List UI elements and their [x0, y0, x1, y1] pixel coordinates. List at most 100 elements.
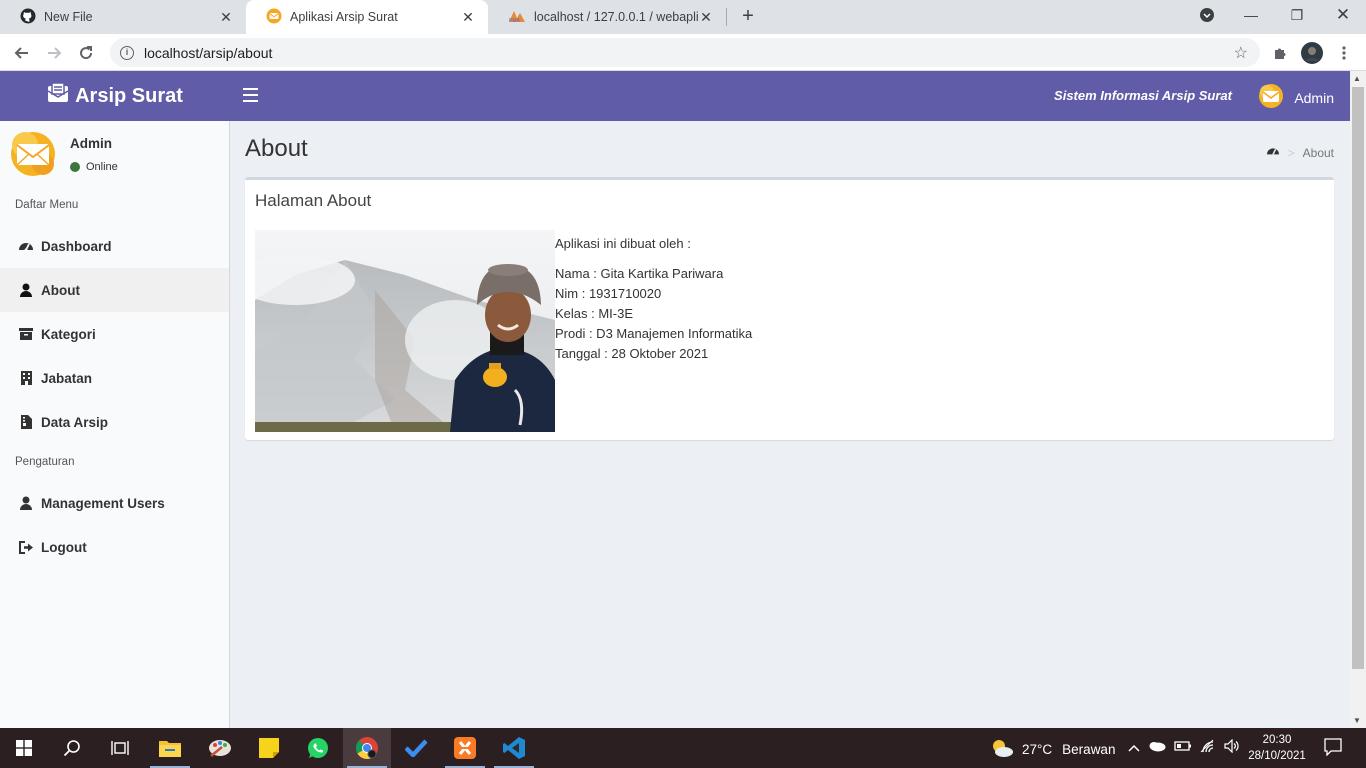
box-title: Halaman About — [255, 191, 372, 210]
page-scrollbar[interactable]: ▲ ▼ — [1350, 71, 1366, 728]
close-tab-icon[interactable]: ✕ — [460, 9, 476, 25]
sidebar-toggle-button[interactable] — [243, 88, 258, 102]
github-icon — [20, 8, 36, 27]
chrome-button[interactable] — [343, 728, 391, 768]
sidebar-item-about[interactable]: About — [0, 268, 229, 312]
checkmark-icon — [405, 739, 427, 757]
url-text: localhost/arsip/about — [144, 44, 273, 61]
tab-title: Aplikasi Arsip Surat — [290, 10, 398, 24]
building-icon — [18, 370, 34, 386]
battery-icon[interactable] — [1174, 740, 1192, 755]
todo-app-button[interactable] — [392, 728, 440, 768]
tab-aplikasi-arsip-surat[interactable]: Aplikasi Arsip Surat ✕ — [246, 0, 488, 34]
sidebar-item-data-arsip[interactable]: Data Arsip — [0, 400, 229, 444]
forward-button[interactable] — [41, 40, 67, 66]
onedrive-icon[interactable] — [1148, 740, 1166, 755]
paint-app-button[interactable] — [196, 728, 244, 768]
file-icon — [18, 414, 34, 430]
close-window-button[interactable]: ✕ — [1320, 0, 1366, 30]
vscode-button[interactable] — [490, 728, 538, 768]
clock-time: 20:30 — [1262, 734, 1292, 746]
avatar — [10, 131, 56, 180]
info-icon[interactable]: i — [120, 45, 134, 60]
app-header: Arsip Surat Sistem Informasi Arsip Surat… — [0, 71, 1350, 121]
chrome-menu-button[interactable] — [1331, 40, 1357, 66]
whatsapp-button[interactable] — [294, 728, 342, 768]
tab-title: New File — [44, 10, 93, 24]
mail-icon — [266, 8, 282, 27]
sidebar-item-label: Data Arsip — [41, 414, 109, 430]
sidebar-item-label: Logout — [41, 539, 87, 555]
profile-photo — [255, 230, 555, 432]
logout-icon — [18, 539, 34, 555]
sidebar-item-kategori[interactable]: Kategori — [0, 312, 229, 356]
wifi-icon[interactable] — [1200, 739, 1216, 756]
volume-icon[interactable] — [1224, 738, 1240, 756]
chevron-up-icon[interactable] — [1128, 741, 1140, 755]
user-menu[interactable]: Admin — [1258, 83, 1334, 112]
file-explorer-button[interactable] — [146, 728, 194, 768]
xampp-button[interactable] — [441, 728, 489, 768]
address-bar[interactable]: i localhost/arsip/about ☆ — [110, 38, 1260, 67]
tab-search-button[interactable] — [1184, 0, 1230, 30]
sidebar-item-dashboard[interactable]: Dashboard — [0, 224, 229, 268]
tab-new-file[interactable]: New File ✕ — [0, 0, 246, 34]
task-view-button[interactable] — [96, 728, 144, 768]
user-panel: Admin Online — [0, 121, 230, 191]
sidebar: Admin Online Daftar Menu Dashboard About… — [0, 121, 230, 728]
user-icon — [18, 282, 34, 298]
close-tab-icon[interactable]: ✕ — [218, 9, 234, 25]
extensions-button[interactable] — [1267, 40, 1293, 66]
header-user-name: Admin — [1294, 89, 1334, 106]
arrow-left-icon — [14, 47, 28, 59]
close-tab-icon[interactable]: ✕ — [698, 9, 714, 25]
header-subtitle: Sistem Informasi Arsip Surat — [1054, 88, 1232, 103]
windows-start-button[interactable] — [0, 728, 48, 768]
search-icon — [63, 740, 80, 757]
app-logo[interactable]: Arsip Surat — [0, 71, 230, 121]
app-logo-text: Arsip Surat — [75, 84, 183, 107]
palette-icon — [209, 740, 231, 757]
scroll-up-icon[interactable]: ▲ — [1353, 74, 1361, 83]
notification-button[interactable] — [1324, 738, 1342, 757]
more-vert-icon — [1342, 46, 1346, 60]
sidebar-item-management-users[interactable]: Management Users — [0, 481, 229, 525]
xampp-icon — [454, 737, 476, 759]
back-button[interactable] — [9, 40, 35, 66]
weather-temperature: 27°C — [1022, 742, 1053, 757]
archive-icon — [18, 326, 34, 342]
menu-section-daftar-menu: Daftar Menu — [15, 199, 79, 211]
user-name: Admin — [70, 136, 112, 151]
profile-avatar[interactable] — [1299, 40, 1325, 66]
reload-icon — [80, 46, 93, 60]
sidebar-item-jabatan[interactable]: Jabatan — [0, 356, 229, 400]
puzzle-icon — [1275, 48, 1286, 59]
minimize-button[interactable]: — — [1228, 0, 1274, 30]
breadcrumb-separator: > — [1287, 145, 1295, 160]
page-title: About — [245, 135, 308, 162]
scrollbar-thumb[interactable] — [1352, 87, 1364, 669]
reload-button[interactable] — [73, 40, 99, 66]
about-intro: Aplikasi ini dibuat oleh : — [555, 236, 691, 251]
tab-title: localhost / 127.0.0.1 / webaplikasi — [534, 10, 698, 24]
tab-phpmyadmin[interactable]: PMA localhost / 127.0.0.1 / webaplikasi … — [488, 0, 726, 34]
sidebar-item-logout[interactable]: Logout — [0, 525, 229, 569]
vscode-icon — [503, 737, 525, 759]
user-status: Online — [70, 161, 118, 173]
about-detail-kelas: Kelas : MI-3E — [555, 306, 634, 321]
sticky-notes-button[interactable] — [245, 728, 293, 768]
system-clock[interactable]: 20:30 28/10/2021 — [1244, 732, 1310, 764]
new-tab-button[interactable]: + — [738, 6, 758, 26]
user-icon — [18, 495, 34, 511]
browser-tab-strip: New File ✕ Aplikasi Arsip Surat ✕ PMA lo… — [0, 0, 1366, 34]
search-button[interactable] — [48, 728, 96, 768]
weather-widget[interactable]: 27°C Berawan — [990, 738, 1115, 761]
partly-cloudy-icon — [990, 738, 1014, 761]
dashboard-icon[interactable] — [1266, 145, 1280, 160]
mail-avatar-icon — [1258, 83, 1284, 112]
restore-button[interactable]: ❐ — [1274, 0, 1320, 30]
bookmark-star-icon[interactable]: ☆ — [1234, 43, 1248, 63]
sidebar-item-label: Dashboard — [41, 238, 112, 254]
scroll-down-icon[interactable]: ▼ — [1353, 716, 1361, 725]
user-status-text: Online — [86, 161, 118, 173]
